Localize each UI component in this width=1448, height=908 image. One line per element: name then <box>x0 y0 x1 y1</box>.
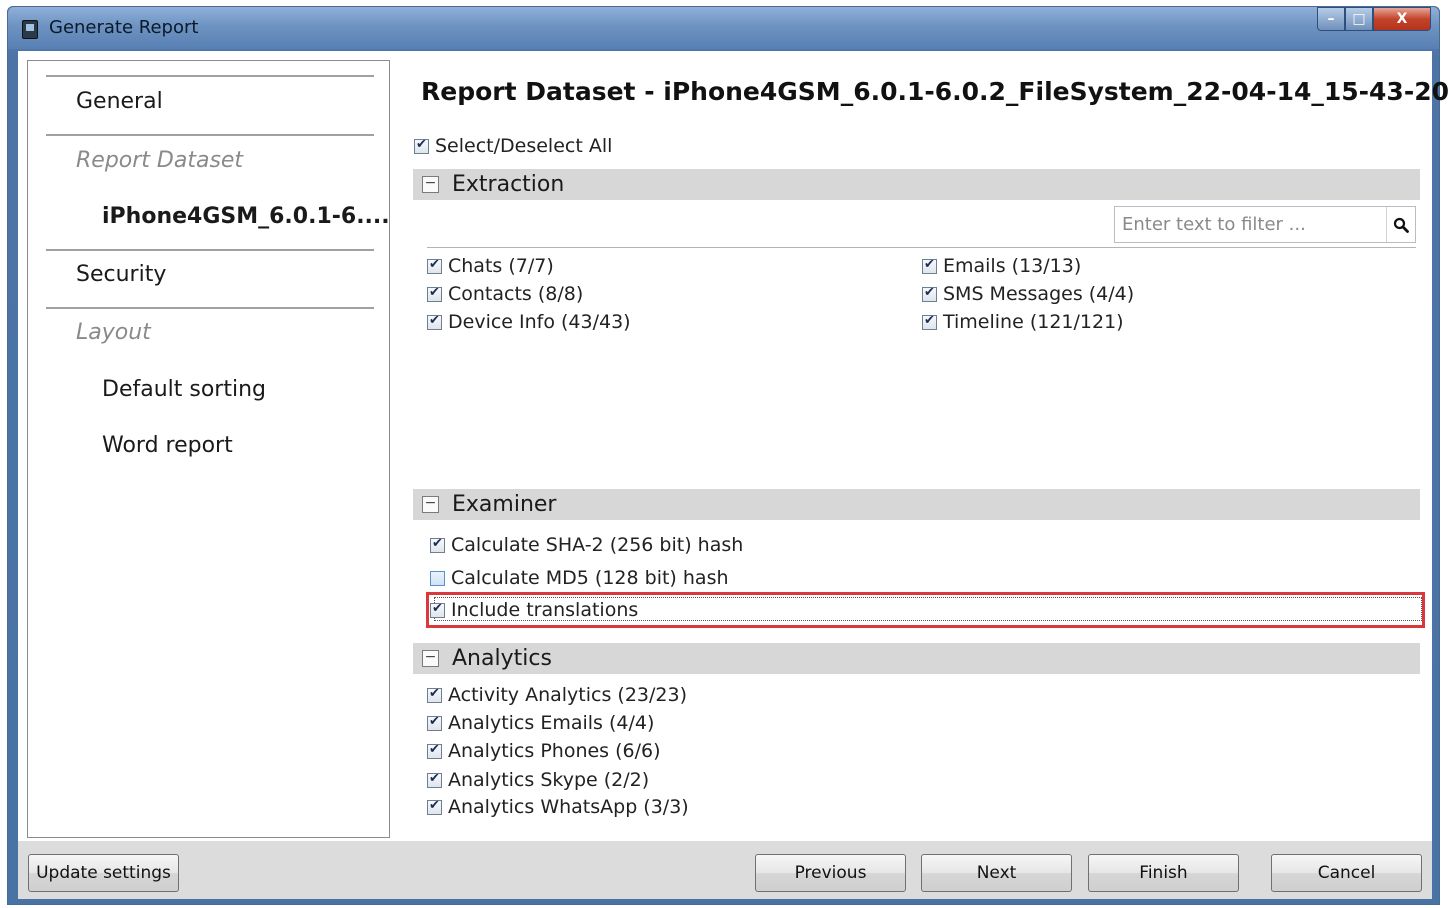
option-label: Analytics Emails (4/4) <box>448 712 655 734</box>
report-dataset-panel: Report Dataset - iPhone4GSM_6.0.1-6.0.2_… <box>402 51 1448 841</box>
checkbox-box[interactable] <box>430 601 445 618</box>
sidebar-group-layout: Layout <box>76 320 151 345</box>
option-label: Include translations <box>451 599 639 621</box>
option-label: Analytics Phones (6/6) <box>448 740 661 762</box>
navigation-sidebar: General Report Dataset iPhone4GSM_6.0.1-… <box>27 60 390 838</box>
extraction-option-emails[interactable]: Emails (13/13) <box>922 255 1081 277</box>
examiner-section-title: Examiner <box>452 492 557 517</box>
next-button[interactable]: Next <box>921 854 1072 892</box>
sidebar-item-word-report[interactable]: Word report <box>102 433 233 458</box>
extraction-option-timeline[interactable]: Timeline (121/121) <box>922 311 1124 333</box>
generate-report-window: Generate Report – □ X General Report Dat… <box>7 6 1448 905</box>
sidebar-divider <box>46 249 374 251</box>
maximize-button[interactable]: □ <box>1345 7 1373 31</box>
checkbox-box[interactable] <box>430 536 445 553</box>
option-label: Calculate MD5 (128 bit) hash <box>451 567 729 589</box>
option-label: SMS Messages (4/4) <box>943 283 1135 305</box>
option-label: Activity Analytics (23/23) <box>448 684 687 706</box>
filter-input[interactable] <box>1115 207 1387 242</box>
checkbox-box[interactable] <box>427 257 442 274</box>
dialog-client-area: General Report Dataset iPhone4GSM_6.0.1-… <box>18 51 1448 899</box>
analytics-option-whatsapp[interactable]: Analytics WhatsApp (3/3) <box>427 796 689 818</box>
sidebar-divider <box>46 75 374 77</box>
analytics-section-header[interactable]: − Analytics <box>413 643 1420 674</box>
extraction-option-chats[interactable]: Chats (7/7) <box>427 255 554 277</box>
option-label: Timeline (121/121) <box>943 311 1124 333</box>
sidebar-item-default-sorting[interactable]: Default sorting <box>102 377 266 402</box>
search-icon[interactable] <box>1386 207 1415 242</box>
checkbox-box[interactable] <box>427 771 442 788</box>
checkbox-box[interactable] <box>427 285 442 302</box>
extraction-option-sms-messages[interactable]: SMS Messages (4/4) <box>922 283 1134 305</box>
device-icon <box>22 20 38 39</box>
examiner-option-sha2[interactable]: Calculate SHA-2 (256 bit) hash <box>430 534 743 556</box>
checkbox-box[interactable] <box>427 686 442 703</box>
cancel-button[interactable]: Cancel <box>1271 854 1422 892</box>
checkbox-box[interactable] <box>427 742 442 759</box>
sidebar-divider <box>46 307 374 309</box>
option-label: Calculate SHA-2 (256 bit) hash <box>451 534 744 556</box>
checkbox-box[interactable] <box>922 285 937 302</box>
checkbox-box[interactable] <box>922 257 937 274</box>
examiner-section-header[interactable]: − Examiner <box>413 489 1420 520</box>
examiner-option-include-translations[interactable]: Include translations <box>430 599 638 621</box>
option-label: Emails (13/13) <box>943 255 1082 277</box>
collapse-icon[interactable]: − <box>422 650 439 667</box>
sidebar-group-report-dataset: Report Dataset <box>76 148 244 173</box>
finish-button[interactable]: Finish <box>1088 854 1239 892</box>
title-bar[interactable]: Generate Report – □ X <box>8 7 1439 49</box>
select-all-checkbox[interactable]: Select/Deselect All <box>414 135 612 157</box>
checkbox-box[interactable] <box>427 714 442 731</box>
collapse-icon[interactable]: − <box>422 176 439 193</box>
option-label: Chats (7/7) <box>448 255 554 277</box>
analytics-option-emails[interactable]: Analytics Emails (4/4) <box>427 712 654 734</box>
sidebar-item-dataset[interactable]: iPhone4GSM_6.0.1-6.... <box>102 204 390 229</box>
option-label: Analytics WhatsApp (3/3) <box>448 796 689 818</box>
sidebar-item-security[interactable]: Security <box>76 262 166 287</box>
filter-box <box>1114 206 1416 243</box>
option-label: Device Info (43/43) <box>448 311 631 333</box>
analytics-option-phones[interactable]: Analytics Phones (6/6) <box>427 740 661 762</box>
extraction-section-header[interactable]: − Extraction <box>413 169 1420 200</box>
analytics-option-skype[interactable]: Analytics Skype (2/2) <box>427 769 649 791</box>
window-title: Generate Report <box>49 17 199 38</box>
collapse-icon[interactable]: − <box>422 496 439 513</box>
page-title: Report Dataset - iPhone4GSM_6.0.1-6.0.2_… <box>421 77 1448 106</box>
sidebar-divider <box>46 134 374 136</box>
dialog-footer: Update settings Previous Next Finish Can… <box>18 841 1432 899</box>
extraction-option-contacts[interactable]: Contacts (8/8) <box>427 283 583 305</box>
checkbox-box[interactable] <box>427 798 442 815</box>
sidebar-item-general[interactable]: General <box>76 89 163 114</box>
select-all-label: Select/Deselect All <box>435 135 613 157</box>
option-label: Contacts (8/8) <box>448 283 584 305</box>
previous-button[interactable]: Previous <box>755 854 906 892</box>
extraction-section-title: Extraction <box>452 172 565 197</box>
checkbox-box[interactable] <box>430 570 445 586</box>
window-controls: – □ X <box>1317 7 1431 31</box>
checkbox-box[interactable] <box>922 313 937 330</box>
checkbox-box[interactable] <box>414 137 429 154</box>
filter-divider <box>427 247 1416 248</box>
close-button[interactable]: X <box>1373 7 1431 31</box>
analytics-option-activity[interactable]: Activity Analytics (23/23) <box>427 684 687 706</box>
update-settings-button[interactable]: Update settings <box>28 854 179 892</box>
checkbox-box[interactable] <box>427 313 442 330</box>
option-label: Analytics Skype (2/2) <box>448 769 650 791</box>
examiner-option-md5[interactable]: Calculate MD5 (128 bit) hash <box>430 567 729 589</box>
minimize-button[interactable]: – <box>1317 7 1345 31</box>
analytics-section-title: Analytics <box>452 646 552 671</box>
extraction-option-device-info[interactable]: Device Info (43/43) <box>427 311 631 333</box>
